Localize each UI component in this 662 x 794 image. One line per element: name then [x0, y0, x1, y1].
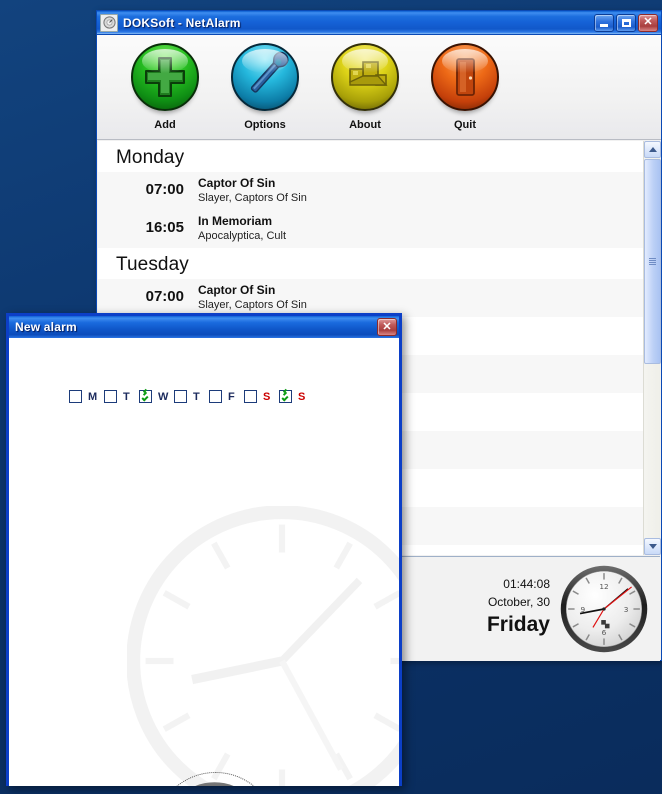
day-checkbox-sun[interactable]: S: [279, 390, 314, 403]
alarm-title: In Memoriam: [198, 214, 273, 228]
main-toolbar: Add Options About Quit: [97, 35, 661, 140]
status-time: 01:44:08: [503, 577, 550, 591]
alarm-group-monday: 07:00 Captor Of Sin Slayer, Captors Of S…: [98, 172, 645, 248]
day-checkbox-mon[interactable]: M: [69, 390, 104, 403]
yellow-blocks-icon: [331, 43, 399, 111]
window-controls: ✕: [594, 13, 659, 32]
alarm-info: In Memoriam Apocalyptica, Cult: [198, 212, 645, 243]
checkbox-box[interactable]: [174, 390, 187, 403]
dialog-titlebar[interactable]: New alarm ✕: [9, 316, 399, 338]
new-alarm-dialog: New alarm ✕ M T W T F S S: [6, 313, 402, 786]
minimize-icon: [600, 24, 608, 27]
day-label: W: [158, 390, 169, 403]
status-weekday: Friday: [486, 613, 550, 636]
day-checkbox-fri[interactable]: F: [209, 390, 244, 403]
checkbox-box[interactable]: [244, 390, 257, 403]
quit-button[interactable]: Quit: [415, 43, 515, 131]
status-text: 01:44:08 October, 30 Friday: [487, 575, 550, 638]
day-label: S: [263, 390, 271, 403]
quit-button-label: Quit: [454, 119, 476, 131]
alarm-title: Captor Of Sin: [198, 176, 276, 190]
green-plus-icon: [131, 43, 199, 111]
svg-text:12: 12: [599, 582, 608, 591]
alarm-info: Captor Of Sin Slayer, Captors Of Sin: [198, 174, 645, 205]
alarm-info: Captor Of Sin Slayer, Captors Of Sin: [198, 281, 645, 312]
day-checkbox-wed[interactable]: W: [139, 390, 174, 403]
maximize-button[interactable]: [616, 13, 636, 32]
day-label: T: [123, 390, 130, 403]
minimize-button[interactable]: [594, 13, 614, 32]
svg-text:3: 3: [624, 605, 629, 614]
maximize-icon: [621, 18, 631, 27]
alarm-subtitle: Apocalyptica, Cult: [198, 230, 287, 242]
add-button-label: Add: [154, 119, 176, 131]
alarm-row[interactable]: 16:05 In Memoriam Apocalyptica, Cult: [98, 210, 645, 248]
alarm-row[interactable]: 07:00 Captor Of Sin Slayer, Captors Of S…: [98, 279, 645, 317]
svg-text:6: 6: [602, 628, 607, 637]
status-date: October, 30: [487, 595, 550, 609]
main-window-title: DOKSoft - NetAlarm: [123, 15, 241, 30]
checkbox-box[interactable]: [279, 390, 292, 403]
day-header-monday: Monday: [98, 141, 645, 172]
alarm-time: 07:00: [145, 288, 184, 305]
day-checkbox-sat[interactable]: S: [244, 390, 279, 403]
options-button-label: Options: [244, 119, 286, 131]
analog-clock-picker[interactable]: 123 69: [161, 779, 268, 786]
scroll-down-button-wrap: [644, 538, 661, 555]
checkbox-box[interactable]: [69, 390, 82, 403]
alarm-time: 07:00: [145, 181, 184, 198]
alarm-time: 16:05: [145, 219, 184, 236]
dialog-close-button[interactable]: ✕: [377, 318, 397, 336]
dialog-body: M T W T F S S: [9, 338, 399, 786]
chevron-up-icon: [648, 147, 657, 152]
scrollbar-thumb[interactable]: [644, 159, 661, 364]
close-icon: ✕: [382, 320, 392, 333]
alarm-row[interactable]: 07:00 Captor Of Sin Slayer, Captors Of S…: [98, 172, 645, 210]
day-label: T: [193, 390, 200, 403]
about-button[interactable]: About: [315, 43, 415, 131]
chevron-down-icon: [648, 544, 657, 549]
day-checkbox-tue[interactable]: T: [104, 390, 139, 403]
day-label: F: [228, 390, 235, 403]
about-button-label: About: [349, 119, 381, 131]
checkbox-box[interactable]: [104, 390, 117, 403]
close-button[interactable]: ✕: [638, 13, 658, 32]
checkbox-box[interactable]: [209, 390, 222, 403]
clock-watermark-icon: [126, 505, 399, 786]
blue-wrench-icon: [231, 43, 299, 111]
list-scrollbar[interactable]: [643, 141, 661, 555]
day-checkbox-thu[interactable]: T: [174, 390, 209, 403]
main-window-titlebar[interactable]: DOKSoft - NetAlarm ✕: [97, 11, 661, 35]
scroll-up-button[interactable]: [644, 141, 661, 158]
day-label: S: [298, 390, 306, 403]
scroll-down-button[interactable]: [644, 538, 661, 555]
day-header-tuesday: Tuesday: [98, 248, 645, 279]
alarm-title: Captor Of Sin: [198, 283, 276, 297]
add-button[interactable]: Add: [115, 43, 215, 131]
day-label: M: [88, 390, 98, 403]
close-icon: ✕: [643, 16, 653, 28]
analog-clock-icon: 12 3 69: [558, 563, 650, 655]
alarm-subtitle: Slayer, Captors Of Sin: [198, 299, 307, 311]
alarm-subtitle: Slayer, Captors Of Sin: [198, 192, 307, 204]
checkbox-box[interactable]: [139, 390, 152, 403]
options-button[interactable]: Options: [215, 43, 315, 131]
orange-exit-door-icon: [431, 43, 499, 111]
clock-disc-icon: [100, 13, 118, 32]
dialog-title: New alarm: [15, 320, 77, 334]
scrollbar-grip: [649, 258, 656, 265]
day-checkboxes: M T W T F S S: [69, 390, 314, 403]
